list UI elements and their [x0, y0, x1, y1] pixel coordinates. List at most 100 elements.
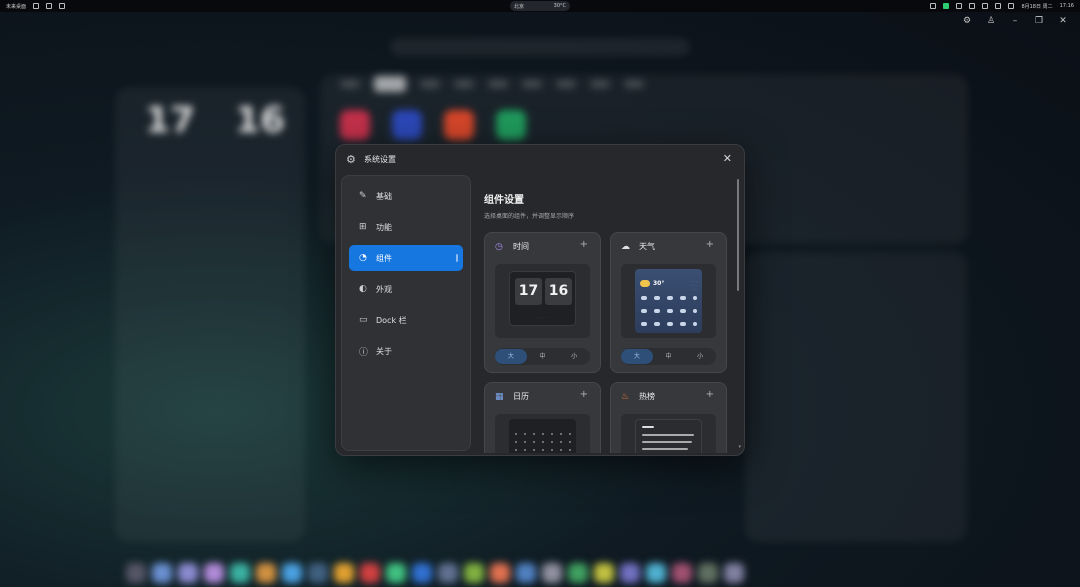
calendar-day-dot [533, 441, 535, 443]
volume-icon[interactable] [995, 3, 1002, 9]
bg-left-panel [115, 87, 305, 542]
calendar-icon: ▦ [495, 391, 504, 402]
window-icon[interactable] [59, 3, 66, 9]
topbar-left: 未来桌面 [6, 3, 66, 10]
card-header: ◷ 时间 [495, 241, 529, 252]
bg-app-tile [444, 110, 474, 140]
gear-icon: ⚙ [346, 152, 356, 166]
widget-preview [621, 414, 716, 453]
size-option-medium[interactable]: 中 [653, 349, 685, 364]
sidebar-item-4[interactable]: ▭ Dock 栏 [349, 307, 463, 333]
widget-preview: 17 16 · · · · · · [495, 264, 590, 338]
dialog-header: ⚙ 系统设置 [336, 145, 744, 173]
sidebar-item-2[interactable]: ◔ 组件 [349, 245, 463, 271]
size-option-small[interactable]: 小 [684, 349, 716, 364]
calendar-day-dot [515, 441, 517, 443]
preview-hour: 17 [515, 278, 542, 305]
shirt-icon[interactable] [33, 3, 40, 9]
preview-temperature: 30° [653, 280, 665, 287]
add-widget-button[interactable]: + [580, 239, 588, 250]
add-widget-button[interactable]: + [706, 389, 714, 400]
card-title: 热榜 [639, 392, 655, 401]
section-heading: 组件设置 [484, 195, 524, 206]
dialog-title: 系统设置 [364, 154, 396, 164]
calendar-day-dot [560, 441, 562, 443]
battery-icon[interactable] [1008, 3, 1015, 9]
wechat-icon[interactable] [943, 3, 950, 9]
calendar-day-dot [569, 441, 571, 443]
size-option-large[interactable]: 大 [495, 349, 527, 364]
content-scrollbar[interactable] [737, 179, 739, 291]
wifi-icon[interactable] [982, 3, 989, 9]
widget-preview: 30° · · · · · · · · · · [621, 264, 716, 338]
bg-dock [120, 560, 960, 586]
bg-clock-hour: 17 [145, 100, 196, 141]
sidebar-item-label: 组件 [376, 253, 392, 263]
status-pill[interactable]: 北京 30°C [510, 1, 570, 11]
sun-cloud-icon [640, 280, 650, 287]
sidebar-item-label: 外观 [376, 284, 392, 294]
bluetooth-icon[interactable] [969, 3, 976, 9]
calendar-day-dot [560, 449, 562, 451]
gear-icon[interactable] [46, 3, 53, 9]
widget-preview [495, 414, 590, 453]
sidebar-item-label: 功能 [376, 222, 392, 232]
sidebar-item-label: 基础 [376, 191, 392, 201]
calendar-day-dot [560, 433, 562, 435]
grid-icon: ⊞ [359, 222, 367, 232]
size-option-small[interactable]: 小 [558, 349, 590, 364]
calendar-day-dot [551, 441, 553, 443]
section-subtitle: 选择桌面的组件，并调整显示顺序 [484, 213, 575, 220]
calendar-day-dot [524, 433, 526, 435]
bg-right-panel [745, 252, 967, 542]
calendar-day-dot [515, 449, 517, 451]
size-option-medium[interactable]: 中 [527, 349, 559, 364]
calendar-day-dot [524, 449, 526, 451]
clock-icon: ◷ [495, 241, 503, 252]
calendar-day-dot [542, 449, 544, 451]
settings-sidebar: ✎ 基础 ⊞ 功能 ◔ 组件 ◐ 外观 ▭ Dock 栏 ⓘ 关于 [341, 175, 471, 451]
calendar-preview [509, 419, 576, 453]
settings-dialog: ⚙ 系统设置 ✕ ✎ 基础 ⊞ 功能 ◔ 组件 ◐ 外观 ▭ Dock 栏 ⓘ 关于 组件设置 选择桌… [335, 144, 745, 456]
close-icon[interactable]: ✕ [723, 152, 732, 165]
palette-icon: ◐ [359, 284, 367, 294]
calendar-day-dot [533, 449, 535, 451]
cloud-icon: ☁ [621, 241, 630, 252]
bg-app-tile [392, 110, 422, 140]
topbar-right: 8月18日 周二 17:16 [930, 3, 1074, 10]
sidebar-item-3[interactable]: ◐ 外观 [349, 276, 463, 302]
add-widget-button[interactable]: + [580, 389, 588, 400]
calendar-day-dot [542, 433, 544, 435]
bg-clock-minute: 16 [235, 100, 286, 141]
wrench-icon: ✎ [359, 191, 367, 201]
widget-card-time[interactable]: ◷ 时间 + 17 16 · · · · · · 大 中 小 [484, 232, 601, 373]
size-selector: 大 中 小 [621, 348, 716, 365]
calendar-day-dot [533, 433, 535, 435]
grid-icon[interactable] [956, 3, 963, 9]
tray-icon[interactable] [930, 3, 937, 9]
widget-card-hotlist[interactable]: ♨ 热榜 + [610, 382, 727, 453]
card-header: ☁ 天气 [621, 241, 655, 252]
card-header: ♨ 热榜 [621, 391, 655, 402]
calendar-day-dot [551, 449, 553, 451]
preview-date-line: · · · · · · [537, 315, 548, 319]
scroll-down-arrow-icon[interactable]: ▾ [738, 444, 741, 450]
sidebar-item-5[interactable]: ⓘ 关于 [349, 338, 463, 364]
card-title: 日历 [513, 392, 529, 401]
sidebar-item-0[interactable]: ✎ 基础 [349, 183, 463, 209]
location-label: 北京 [514, 3, 525, 10]
size-selector: 大 中 小 [495, 348, 590, 365]
bg-app-tile [340, 110, 370, 140]
bg-search-bar [390, 38, 690, 56]
dock-icon: ▭ [359, 315, 368, 325]
size-option-large[interactable]: 大 [621, 349, 653, 364]
weather-preview: 30° · · · · · · · · · · [635, 269, 702, 333]
system-topbar: 未来桌面 北京 30°C 8月18日 周二 17:16 [0, 0, 1080, 12]
sidebar-item-1[interactable]: ⊞ 功能 [349, 214, 463, 240]
card-title: 时间 [513, 242, 529, 251]
widget-card-weather[interactable]: ☁ 天气 + 30° · · · · · · · · · · 大 中 小 [610, 232, 727, 373]
add-widget-button[interactable]: + [706, 239, 714, 250]
sidebar-item-label: 关于 [376, 346, 392, 356]
widget-card-calendar[interactable]: ▦ 日历 + [484, 382, 601, 453]
date-label: 8月18日 周二 [1021, 3, 1053, 10]
